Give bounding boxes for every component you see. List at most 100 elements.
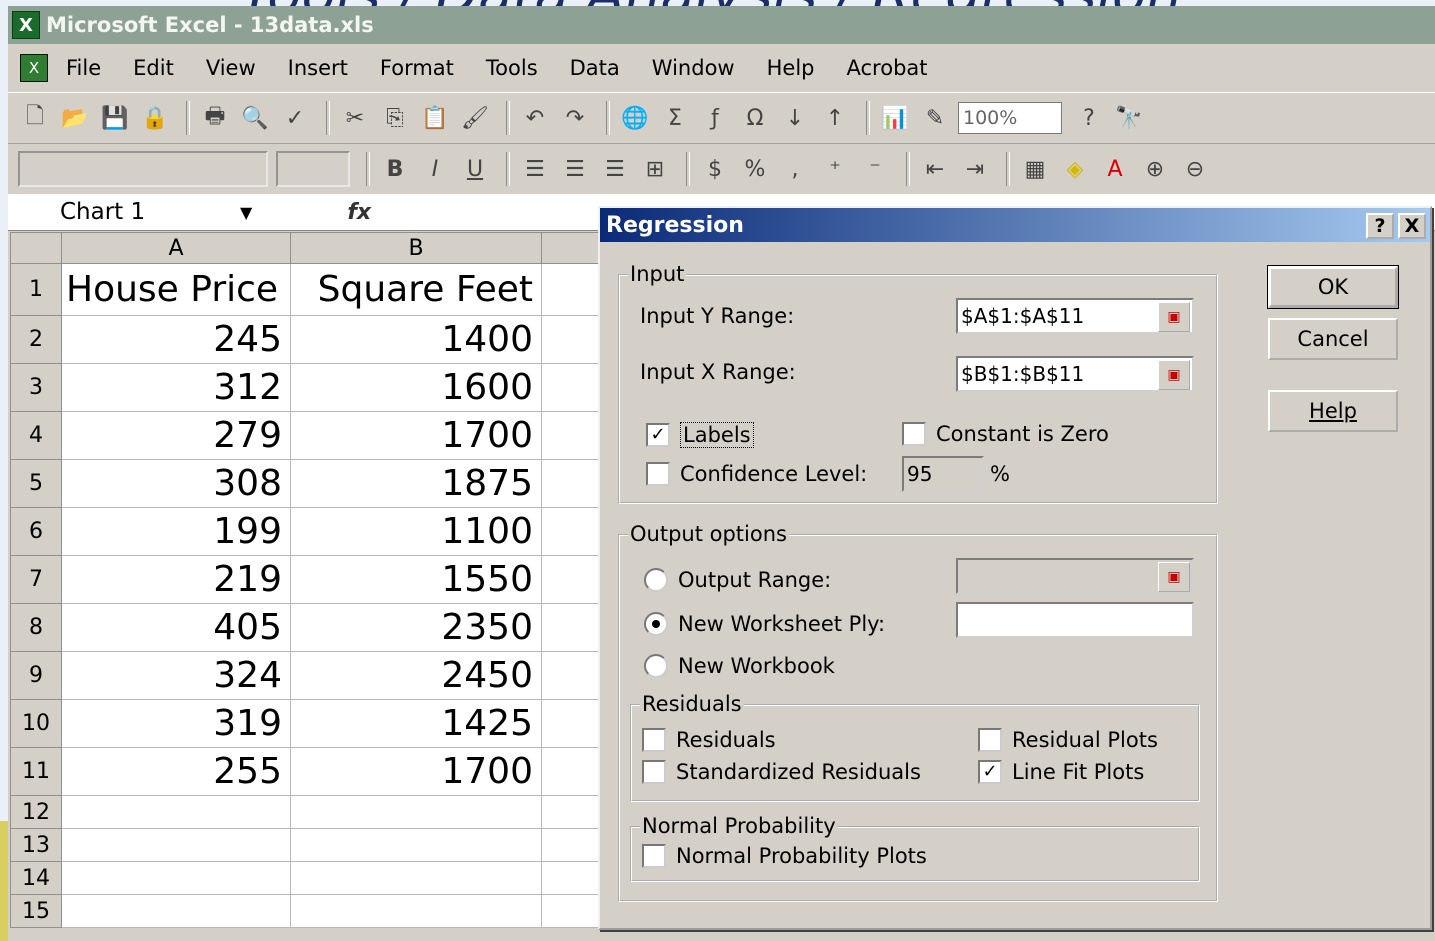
new-icon[interactable]: 🗋 — [18, 101, 52, 135]
input-x-field[interactable]: $B$1:$B$11 ▣ — [956, 356, 1194, 392]
cell[interactable] — [290, 894, 542, 928]
checkbox-box[interactable] — [642, 728, 666, 752]
ok-button[interactable]: OK — [1267, 265, 1399, 309]
font-combo[interactable] — [18, 151, 268, 187]
cell[interactable]: 219 — [61, 555, 291, 604]
checkbox-box[interactable]: ✓ — [978, 760, 1002, 784]
cell[interactable] — [61, 795, 291, 829]
sort-ascending-icon[interactable]: ↓ — [778, 101, 812, 135]
find-icon[interactable]: 🔭 — [1112, 101, 1146, 135]
column-header[interactable]: A — [61, 232, 291, 264]
cell[interactable] — [290, 861, 542, 895]
workbook-icon[interactable]: X — [20, 54, 48, 82]
checkbox-box[interactable] — [902, 422, 926, 446]
cell[interactable] — [290, 795, 542, 829]
cell[interactable] — [61, 894, 291, 928]
permission-icon[interactable]: 🔒 — [138, 101, 172, 135]
checkbox-box[interactable] — [642, 844, 666, 868]
line-fit-plots-checkbox[interactable]: ✓ Line Fit Plots — [978, 760, 1144, 784]
print-icon[interactable]: 🖶 — [198, 101, 232, 135]
column-header[interactable]: B — [290, 232, 542, 264]
cell[interactable]: 245 — [61, 315, 291, 364]
cell[interactable]: House Price — [61, 263, 291, 316]
drawing-icon[interactable]: ✎ — [918, 101, 952, 135]
cell[interactable]: 1600 — [290, 363, 542, 412]
help-icon[interactable]: ? — [1072, 101, 1106, 135]
menu-window[interactable]: Window — [652, 56, 735, 80]
row-header[interactable]: 7 — [10, 555, 62, 604]
cell[interactable]: 255 — [61, 747, 291, 796]
confidence-value-field[interactable]: 95 — [902, 456, 984, 492]
font-color-icon[interactable]: A — [1098, 152, 1132, 186]
fill-color-icon[interactable]: ◈ — [1058, 152, 1092, 186]
comma-icon[interactable]: , — [778, 152, 812, 186]
new-workbook-radio[interactable]: New Workbook — [644, 654, 835, 678]
cell[interactable]: 312 — [61, 363, 291, 412]
menu-data[interactable]: Data — [570, 56, 620, 80]
hyperlink-icon[interactable]: 🌐 — [618, 101, 652, 135]
zoom-box[interactable]: 100% — [958, 102, 1062, 134]
row-header[interactable]: 12 — [10, 795, 62, 829]
new-ply-name-field[interactable] — [956, 602, 1194, 638]
checkbox-box[interactable] — [642, 760, 666, 784]
chart-wizard-icon[interactable]: 📊 — [878, 101, 912, 135]
save-icon[interactable]: 💾 — [98, 101, 132, 135]
print-preview-icon[interactable]: 🔍 — [238, 101, 272, 135]
autosum-icon[interactable]: Σ — [658, 101, 692, 135]
percent-icon[interactable]: % — [738, 152, 772, 186]
help-icon[interactable]: ? — [1366, 213, 1394, 239]
cell[interactable] — [290, 828, 542, 862]
cell[interactable]: 1875 — [290, 459, 542, 508]
row-header[interactable]: 10 — [10, 699, 62, 748]
cell[interactable]: 324 — [61, 651, 291, 700]
cut-icon[interactable]: ✂ — [338, 101, 372, 135]
cell[interactable]: Square Feet — [290, 263, 542, 316]
zoom-in-icon[interactable]: ⊕ — [1138, 152, 1172, 186]
align-right-icon[interactable]: ☰ — [598, 152, 632, 186]
sort-descending-icon[interactable]: ↑ — [818, 101, 852, 135]
cell[interactable]: 405 — [61, 603, 291, 652]
name-box[interactable]: Chart 1 — [8, 199, 240, 225]
confidence-checkbox[interactable]: Confidence Level: — [646, 462, 867, 486]
cell[interactable]: 1425 — [290, 699, 542, 748]
constant-zero-checkbox[interactable]: Constant is Zero — [902, 422, 1109, 446]
output-range-field[interactable]: ▣ — [956, 558, 1194, 594]
decrease-decimal-icon[interactable]: ⁻ — [858, 152, 892, 186]
merge-center-icon[interactable]: ⊞ — [638, 152, 672, 186]
menu-format[interactable]: Format — [380, 56, 454, 80]
row-header[interactable]: 8 — [10, 603, 62, 652]
range-collapse-icon[interactable]: ▣ — [1158, 562, 1190, 592]
cell[interactable]: 308 — [61, 459, 291, 508]
paste-icon[interactable]: 📋 — [418, 101, 452, 135]
normal-probability-plots-checkbox[interactable]: Normal Probability Plots — [642, 844, 927, 868]
close-icon[interactable]: X — [1398, 213, 1426, 239]
align-left-icon[interactable]: ☰ — [518, 152, 552, 186]
output-range-radio[interactable]: Output Range: — [644, 568, 831, 592]
cell[interactable] — [61, 828, 291, 862]
row-header[interactable]: 14 — [10, 861, 62, 895]
bold-icon[interactable]: B — [378, 152, 412, 186]
format-painter-icon[interactable]: 🖌 — [458, 101, 492, 135]
cell[interactable]: 199 — [61, 507, 291, 556]
menu-help[interactable]: Help — [767, 56, 815, 80]
cell[interactable]: 319 — [61, 699, 291, 748]
standardized-residuals-checkbox[interactable]: Standardized Residuals — [642, 760, 921, 784]
help-button[interactable]: Help — [1268, 390, 1398, 432]
range-collapse-icon[interactable]: ▣ — [1158, 360, 1190, 390]
row-header[interactable]: 11 — [10, 747, 62, 796]
labels-checkbox[interactable]: ✓ Labels — [646, 422, 754, 448]
row-header[interactable]: 3 — [10, 363, 62, 412]
undo-icon[interactable]: ↶ — [518, 101, 552, 135]
row-header[interactable]: 4 — [10, 411, 62, 460]
row-header[interactable]: 2 — [10, 315, 62, 364]
new-worksheet-ply-radio[interactable]: New Worksheet Ply: — [644, 612, 885, 636]
cell[interactable]: 2450 — [290, 651, 542, 700]
redo-icon[interactable]: ↷ — [558, 101, 592, 135]
row-header[interactable]: 1 — [10, 263, 62, 316]
row-header[interactable]: 5 — [10, 459, 62, 508]
menu-edit[interactable]: Edit — [133, 56, 174, 80]
cell[interactable] — [61, 861, 291, 895]
radio-dot[interactable] — [644, 654, 668, 678]
input-y-field[interactable]: $A$1:$A$11 ▣ — [956, 298, 1194, 334]
function-icon[interactable]: ƒ — [698, 101, 732, 135]
